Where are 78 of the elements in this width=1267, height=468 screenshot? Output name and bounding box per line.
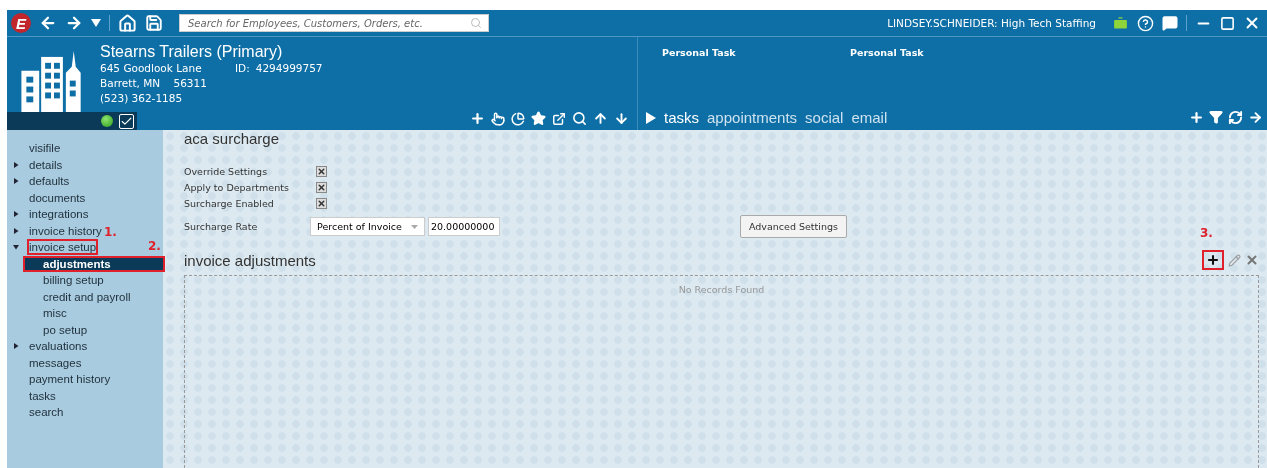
home-icon[interactable] [118, 13, 137, 33]
step-label: 2. [148, 238, 161, 253]
sidebar-item[interactable]: payment history [29, 373, 111, 386]
rate-type-dropdown[interactable]: Percent of Invoice [310, 217, 425, 236]
play-icon[interactable] [646, 111, 656, 124]
external-link-icon[interactable] [552, 111, 566, 126]
sidebar-item[interactable]: details [29, 158, 63, 171]
hand-pointer-icon[interactable] [491, 111, 505, 126]
add-button[interactable] [1202, 250, 1224, 270]
advanced-settings-button[interactable]: Advanced Settings [740, 215, 847, 238]
sidebar-item[interactable]: messages [29, 356, 82, 369]
rate-input[interactable]: 20.00000000 [428, 217, 500, 236]
sidebar-item[interactable]: integrations [29, 208, 89, 221]
option-label: Surcharge Rate [184, 221, 259, 232]
refresh-icon[interactable] [1228, 110, 1243, 125]
collapsed-triangle-icon[interactable] [13, 161, 19, 168]
checkbox-icon[interactable] [119, 113, 134, 129]
collapsed-triangle-icon[interactable] [13, 227, 19, 234]
id-label: ID: [235, 61, 250, 76]
help-icon[interactable] [1137, 14, 1154, 32]
filter-icon[interactable] [1209, 110, 1223, 124]
app-logo[interactable]: E [11, 13, 31, 33]
sidebar-item[interactable]: po setup [43, 323, 88, 336]
sidebar-item[interactable]: misc [43, 307, 67, 320]
record-name: Stearns Trailers (Primary) [100, 43, 284, 61]
address-line: Barrett, MN 56311 [100, 76, 208, 91]
search-field[interactable]: Search for Employees, Customers, Orders, etc. [179, 14, 489, 32]
sidebar-item[interactable]: evaluations [29, 340, 88, 353]
option-label: Override Settings [184, 166, 269, 177]
chat-icon[interactable] [1162, 15, 1178, 31]
sidebar-item[interactable]: adjustments [25, 257, 163, 270]
expanded-triangle-icon[interactable] [13, 244, 19, 251]
option-label: Apply to Departments [184, 182, 290, 193]
sidebar-item[interactable]: invoice setup [29, 241, 97, 254]
sidebar-item[interactable]: defaults [29, 175, 70, 188]
collapsed-triangle-icon[interactable] [13, 178, 19, 185]
search-icon[interactable] [572, 111, 587, 126]
step-label: 3. [1200, 226, 1213, 240]
column-header: Personal Task [850, 47, 925, 58]
dropdown-caret-icon[interactable] [91, 19, 101, 27]
down-arrow-icon[interactable] [614, 111, 629, 126]
add-icon[interactable] [470, 111, 485, 126]
collapsed-triangle-icon[interactable] [13, 343, 19, 350]
sidebar-item[interactable]: credit and payroll [43, 290, 131, 303]
address-line: 645 Goodlook Lane [100, 61, 203, 76]
forward-arrow-icon[interactable] [65, 14, 83, 32]
activity-tab[interactable]: tasks [664, 109, 699, 126]
address-line: (523) 362-1185 [100, 91, 184, 106]
sidebar-item[interactable]: billing setup [43, 274, 104, 287]
save-icon[interactable] [145, 14, 163, 32]
pie-chart-icon[interactable] [511, 111, 525, 126]
activity-tab[interactable]: appointments [707, 109, 798, 126]
option-label: Surcharge Enabled [184, 198, 275, 209]
activity-tab[interactable]: email [851, 109, 888, 126]
checkbox[interactable] [316, 198, 327, 209]
section-title: aca surcharge [184, 130, 281, 147]
right-arrow-icon[interactable] [1248, 110, 1263, 125]
column-header: Personal Task [662, 47, 737, 58]
collapsed-triangle-icon[interactable] [13, 211, 19, 218]
plus-icon [1206, 253, 1220, 267]
checkbox[interactable] [316, 166, 327, 177]
record-id: 4294999757 [255, 61, 323, 76]
sidebar-item[interactable]: search [29, 406, 64, 419]
briefcase-icon[interactable] [1112, 14, 1129, 32]
sidebar-item[interactable]: invoice history [29, 224, 102, 237]
maximize-icon[interactable] [1220, 15, 1235, 31]
section-title: invoice adjustments [184, 251, 316, 269]
step-label: 1. [104, 225, 117, 239]
sidebar-item[interactable]: tasks [29, 389, 56, 402]
star-icon[interactable] [531, 111, 546, 126]
activity-tab[interactable]: social [805, 109, 844, 126]
add-icon[interactable] [1189, 110, 1204, 125]
checkbox[interactable] [316, 182, 327, 193]
empty-message: No Records Found [678, 284, 765, 297]
sidebar-item[interactable]: visifile [29, 142, 61, 155]
delete-icon[interactable] [1245, 253, 1259, 267]
user-name: LINDSEY.SCHNEIDER: High Tech Staffing [887, 17, 1096, 29]
sidebar-item[interactable]: documents [29, 191, 86, 204]
